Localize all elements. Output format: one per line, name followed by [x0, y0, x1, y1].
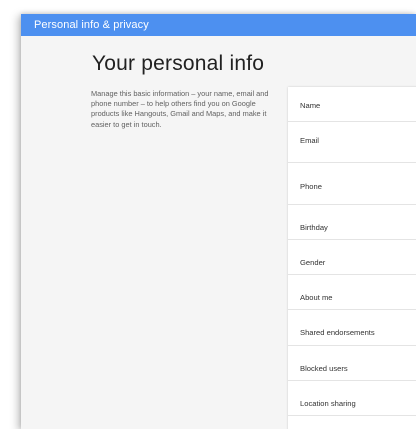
personal-info-list: Name Email Phone Birthday Gender About m… — [288, 87, 416, 429]
top-app-bar: Personal info & privacy — [21, 14, 416, 36]
row-phone[interactable]: Phone — [288, 163, 416, 205]
row-label-gender: Gender — [300, 258, 326, 267]
row-birthday[interactable]: Birthday — [288, 205, 416, 240]
row-location-sharing[interactable]: Location sharing — [288, 381, 416, 416]
row-label-location-sharing: Location sharing — [300, 399, 356, 408]
row-label-blocked-users: Blocked users — [300, 364, 348, 373]
row-email[interactable]: Email — [288, 122, 416, 163]
row-label-shared-endorsements: Shared endorsements — [300, 328, 375, 337]
row-label-birthday: Birthday — [300, 223, 328, 232]
row-label-phone: Phone — [300, 182, 322, 191]
row-about-me[interactable]: About me — [288, 275, 416, 310]
app-bar-title: Personal info & privacy — [34, 19, 149, 31]
row-blocked-users[interactable]: Blocked users — [288, 346, 416, 381]
row-name[interactable]: Name — [288, 87, 416, 122]
row-label-name: Name — [300, 101, 321, 110]
row-label-email: Email — [300, 136, 319, 145]
page-title: Your personal info — [92, 52, 265, 75]
row-shared-endorsements[interactable]: Shared endorsements — [288, 310, 416, 346]
page-frame: Personal info & privacy Your personal in… — [21, 14, 416, 429]
page-description: Manage this basic information – your nam… — [91, 89, 269, 129]
row-gender[interactable]: Gender — [288, 240, 416, 275]
row-label-about-me: About me — [300, 293, 333, 302]
